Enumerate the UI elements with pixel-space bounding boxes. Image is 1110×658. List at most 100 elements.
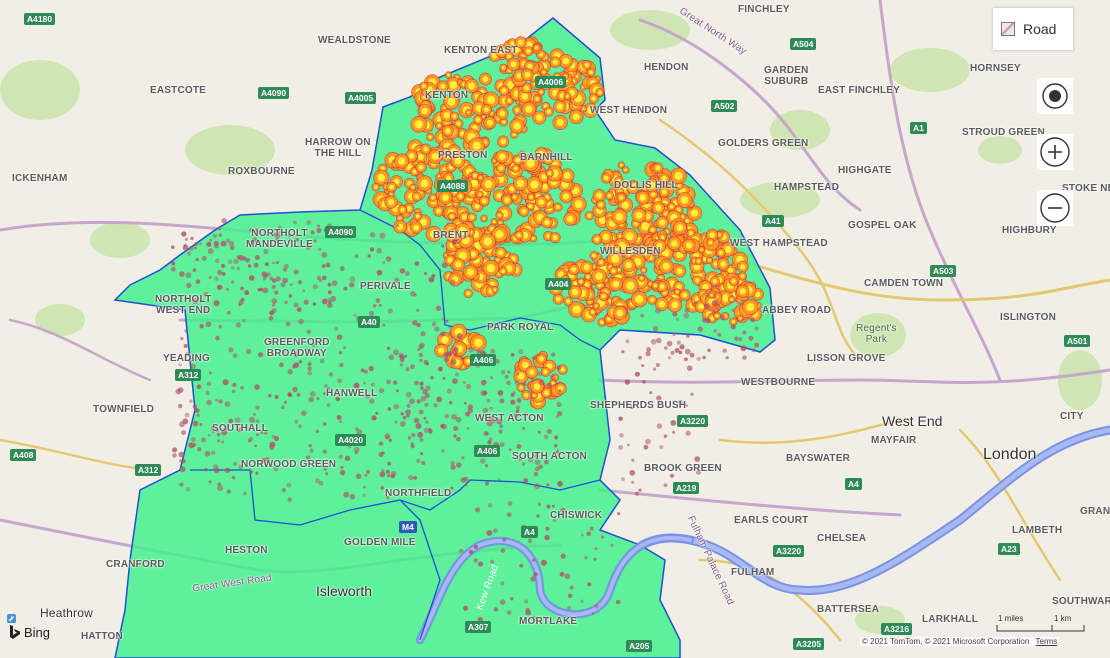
terms-link[interactable]: Terms (1036, 637, 1058, 646)
data-dot (417, 431, 424, 438)
data-dot (399, 268, 406, 274)
data-dot (418, 409, 424, 415)
heat-blob-core (598, 202, 604, 207)
data-dot (227, 310, 231, 315)
data-dot (298, 360, 303, 364)
data-dot (730, 324, 736, 330)
data-dot (499, 398, 505, 404)
heat-blob-core (440, 83, 446, 89)
heat-blob-core (498, 250, 504, 256)
data-dot (425, 385, 431, 391)
data-dot (354, 254, 359, 259)
data-dot (280, 282, 286, 288)
data-dot (468, 549, 474, 555)
data-dot (456, 462, 462, 468)
heat-blob-core (481, 198, 487, 204)
data-dot (334, 326, 339, 331)
data-dot (436, 396, 443, 403)
data-dot (455, 416, 462, 423)
data-dot (464, 483, 468, 486)
data-dot (253, 262, 259, 268)
data-dot (642, 380, 646, 384)
data-dot (556, 365, 562, 371)
heat-blob-core (445, 128, 451, 134)
label-london: London (983, 446, 1037, 463)
heat-blob-core (616, 309, 624, 317)
data-dot (259, 287, 264, 292)
locate-me-button[interactable] (1037, 78, 1073, 114)
shield-a4005: A4005 (345, 92, 377, 104)
data-dot (292, 386, 298, 393)
heat-blob-core (415, 214, 420, 218)
heat-blob-core (538, 356, 544, 362)
heat-blob-core (552, 235, 558, 241)
data-dot (478, 561, 484, 567)
data-dot (336, 334, 343, 341)
heat-blob-core (607, 193, 612, 198)
label-willesden: WILLESDEN (600, 246, 661, 257)
data-dot (423, 416, 427, 420)
heat-blob-core (589, 70, 593, 75)
data-dot (381, 468, 385, 473)
label-hendon: HENDON (644, 62, 689, 73)
map-canvas[interactable]: WEALDSTONE KENTON EAST FINCHLEY HENDON G… (0, 0, 1110, 658)
label-yeading: YEADING (163, 353, 210, 364)
data-dot (221, 263, 226, 268)
data-dot (336, 415, 342, 420)
data-dot (178, 459, 182, 463)
data-dot (228, 240, 235, 247)
data-dot (395, 389, 399, 393)
data-dot (211, 450, 216, 455)
heat-blob-core (525, 105, 533, 113)
bing-logo[interactable]: Bing (9, 624, 50, 640)
data-dot (255, 471, 259, 475)
label-harrow: HARROW ON THE HILL (305, 137, 371, 159)
label-heston: HESTON (225, 545, 268, 556)
heat-blob-core (700, 248, 703, 251)
data-dot (232, 353, 238, 359)
data-dot (195, 279, 201, 285)
data-dot (375, 411, 379, 415)
data-dot (475, 507, 480, 513)
heat-blob-core (653, 283, 657, 288)
heat-blob-core (574, 200, 583, 209)
data-dot (271, 308, 277, 314)
data-dot (376, 247, 382, 254)
label-ickenham: ICKENHAM (12, 173, 68, 184)
heat-blob-core (563, 193, 570, 200)
heat-blob-core (492, 220, 496, 223)
heat-blob-core (447, 73, 450, 77)
data-dot (248, 275, 255, 281)
heat-blob-core (536, 114, 543, 121)
data-dot (672, 333, 676, 337)
data-dot (182, 244, 189, 251)
data-dot (399, 421, 406, 427)
label-cranford: CRANFORD (106, 559, 165, 570)
label-perivale: PERIVALE (360, 281, 411, 292)
label-brent: BRENT (433, 230, 469, 241)
data-dot (489, 406, 493, 410)
data-dot (240, 286, 244, 291)
data-dot (404, 354, 408, 358)
data-dot (499, 599, 506, 605)
data-dot (282, 277, 288, 284)
data-dot (479, 458, 486, 464)
map-style-button[interactable]: Road (993, 8, 1073, 50)
data-dot (537, 430, 541, 434)
data-dot (298, 318, 304, 325)
heat-blob-core (660, 235, 665, 240)
data-dot (231, 266, 235, 270)
data-dot (656, 423, 663, 429)
data-dot (172, 447, 178, 453)
label-east-finchley: EAST FINCHLEY (818, 85, 901, 96)
zoom-in-button[interactable] (1037, 134, 1073, 170)
data-dot (285, 321, 291, 327)
data-dot (262, 287, 269, 294)
heat-blob-core (484, 180, 493, 189)
shield-a4180: A4180 (24, 13, 56, 25)
data-dot (416, 399, 421, 404)
data-dot (463, 401, 467, 405)
zoom-out-button[interactable] (1037, 190, 1073, 226)
data-dot (487, 440, 492, 445)
data-dot (462, 381, 466, 384)
